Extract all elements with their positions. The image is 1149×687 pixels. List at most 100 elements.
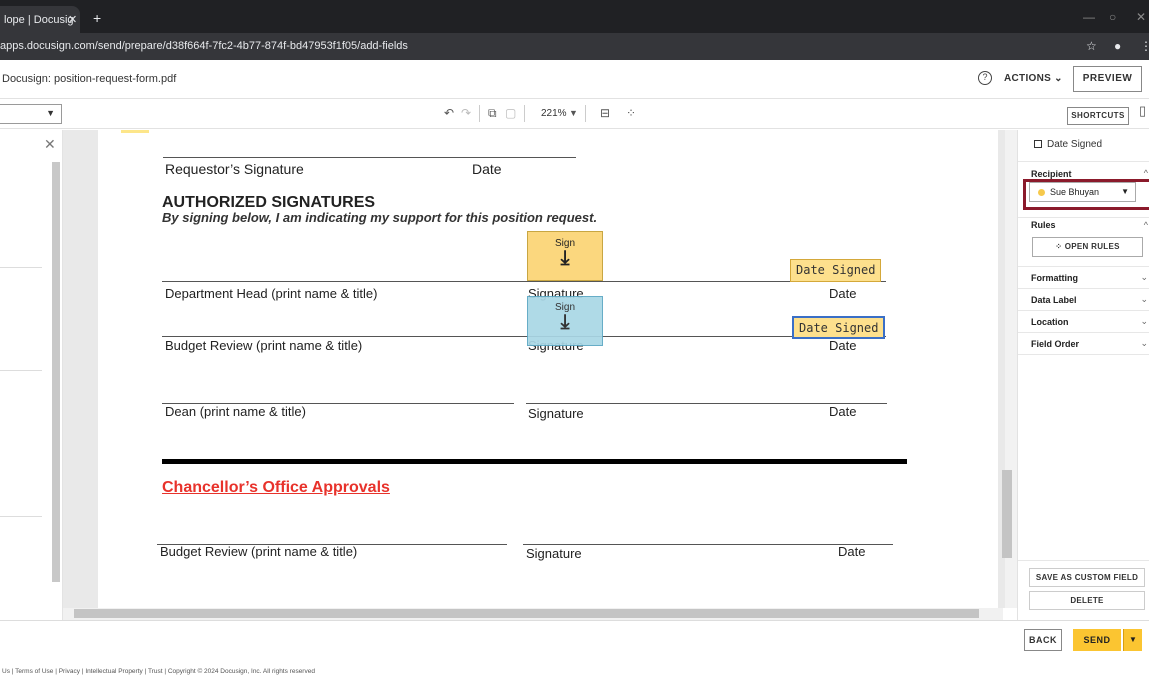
signature-line (162, 281, 886, 282)
dean-signature-label: Signature (528, 406, 584, 421)
vertical-scroll-thumb[interactable] (1002, 470, 1012, 558)
sign-here-tag-selected[interactable]: Sign ⤓ (527, 296, 603, 346)
profile-icon[interactable]: ● (1114, 39, 1121, 53)
location-label: Location (1031, 317, 1069, 327)
field-tag-edge (121, 130, 149, 133)
panel-divider (0, 516, 42, 517)
shortcuts-button[interactable]: SHORTCUTS (1067, 107, 1129, 125)
rules-label: Rules (1031, 220, 1056, 230)
formatting-label: Formatting (1031, 273, 1078, 283)
open-rules-button[interactable]: ⁘ OPEN RULES (1032, 237, 1143, 257)
panel-divider (0, 370, 42, 371)
data-label-section[interactable]: Data Label ⌄ (1018, 288, 1149, 310)
window-close-icon[interactable]: ✕ (1136, 10, 1146, 24)
location-section[interactable]: Location ⌄ (1018, 310, 1149, 332)
bookmark-star-icon[interactable]: ☆ (1086, 39, 1097, 53)
send-button[interactable]: SEND (1073, 629, 1121, 651)
zoom-level[interactable]: 221% (541, 108, 567, 119)
formatting-section[interactable]: Formatting ⌄ (1018, 266, 1149, 288)
actions-menu-button[interactable]: ACTIONS ⌄ (1004, 73, 1063, 84)
comment-icon[interactable]: ⊟ (600, 106, 610, 120)
legal-footer: Us | Terms of Use | Privacy | Intellectu… (2, 668, 315, 675)
editor-toolbar: ▼ ↶ ↷ ⧉ ▢ 221% ▼ ⊟ ⁘ SHORTCUTS ▯ (0, 99, 1149, 129)
chancellor-budget-review-label: Budget Review (print name & title) (160, 544, 358, 559)
authorized-signatures-subtitle: By signing below, I am indicating my sup… (162, 210, 598, 225)
calendar-icon (1034, 140, 1042, 148)
send-options-chevron-icon[interactable]: ▼ (1123, 629, 1142, 651)
chancellor-heading: Chancellor’s Office Approvals (162, 479, 390, 496)
field-order-icon[interactable]: ⁘ (626, 106, 636, 120)
chevron-up-icon[interactable]: ^ (1144, 168, 1148, 178)
panel-title-text: Date Signed (1047, 139, 1103, 150)
zoom-chevron-icon[interactable]: ▼ (569, 108, 578, 118)
copy-icon[interactable]: ⧉ (488, 106, 497, 121)
back-button[interactable]: BACK (1024, 629, 1062, 651)
chancellor-date-label: Date (838, 544, 866, 559)
page-select[interactable]: ▼ (0, 104, 62, 124)
document-page: Requestor’s Signature Date AUTHORIZED SI… (98, 130, 998, 608)
recipient-label: Recipient (1031, 169, 1072, 179)
redo-icon[interactable]: ↷ (461, 106, 471, 120)
tab-close-icon[interactable]: ✕ (68, 13, 77, 26)
signature-line (163, 157, 576, 158)
help-icon[interactable]: ? (978, 71, 992, 85)
preview-button[interactable]: PREVIEW (1073, 66, 1142, 92)
budget-date-label: Date (829, 338, 857, 353)
new-tab-icon[interactable]: + (93, 10, 101, 26)
chevron-down-icon: ▼ (46, 108, 55, 118)
left-fields-panel: ✕ (0, 130, 63, 620)
date-signed-tag-selected[interactable]: Date Signed (792, 316, 886, 339)
panel-divider (0, 267, 42, 268)
horizontal-scroll-thumb[interactable] (74, 609, 979, 618)
requestor-signature-label: Requestor’s Signature (165, 161, 304, 177)
download-arrow-icon: ⤓ (560, 247, 570, 269)
browser-tab-title: lope | Docusig (4, 14, 74, 26)
dean-date-label: Date (829, 404, 857, 419)
department-date-label: Date (829, 286, 857, 301)
date-signed-tag[interactable]: Date Signed (790, 259, 882, 282)
document-canvas: Requestor’s Signature Date AUTHORIZED SI… (63, 130, 1005, 608)
close-icon[interactable]: ✕ (44, 136, 56, 153)
undo-icon[interactable]: ↶ (444, 106, 454, 120)
recipient-highlight-annotation (1023, 179, 1149, 210)
panel-divider (1018, 560, 1149, 561)
chevron-down-icon: ⌄ (1140, 338, 1148, 348)
budget-review-label: Budget Review (print name & title) (165, 338, 363, 353)
browser-address-bar: apps.docusign.com/send/prepare/d38f664f-… (0, 33, 1149, 60)
data-label-label: Data Label (1031, 295, 1077, 305)
chevron-down-icon: ⌄ (1140, 294, 1148, 304)
chancellor-signature-label: Signature (526, 546, 582, 561)
delete-button[interactable]: DELETE (1029, 591, 1145, 610)
open-rules-label: OPEN RULES (1064, 242, 1120, 251)
paste-icon[interactable]: ▢ (505, 106, 516, 120)
left-panel-scrollbar[interactable] (52, 162, 60, 582)
url-text[interactable]: apps.docusign.com/send/prepare/d38f664f-… (0, 40, 408, 52)
document-title: Docusign: position-request-form.pdf (2, 73, 177, 85)
chevron-down-icon: ⌄ (1140, 272, 1148, 282)
dean-label: Dean (print name & title) (165, 404, 306, 419)
chevron-up-icon[interactable]: ^ (1144, 220, 1148, 230)
section-divider (162, 459, 907, 464)
action-footer: BACK SEND ▼ (0, 620, 1149, 657)
toolbar-divider (479, 105, 480, 122)
minimize-icon[interactable]: — (1083, 10, 1095, 24)
department-head-label: Department Head (print name & title) (165, 286, 378, 301)
toolbar-divider (524, 105, 525, 122)
restore-icon[interactable]: ○ (1109, 10, 1116, 24)
requestor-date-label: Date (472, 161, 502, 177)
app-root: lope | Docusig ✕ + — ○ ✕ apps.docusign.c… (0, 0, 1149, 687)
download-arrow-icon: ⤓ (560, 311, 570, 333)
save-as-custom-field-button[interactable]: SAVE AS CUSTOM FIELD (1029, 568, 1145, 587)
app-header: Docusign: position-request-form.pdf ? AC… (0, 60, 1149, 99)
chevron-down-icon: ⌄ (1140, 316, 1148, 326)
browser-menu-icon[interactable]: ⋮ (1140, 39, 1149, 53)
signature-line (162, 336, 886, 337)
field-order-section[interactable]: Field Order ⌄ (1018, 332, 1149, 354)
sign-here-tag[interactable]: Sign ⤓ (527, 231, 603, 281)
panel-divider (1018, 354, 1149, 355)
toolbar-divider (585, 105, 586, 122)
rules-icon: ⁘ (1055, 242, 1065, 251)
browser-tab-bar: lope | Docusig ✕ + — ○ ✕ (0, 0, 1149, 33)
panel-title: Date Signed (1034, 139, 1102, 150)
panel-toggle-icon[interactable]: ▯ (1139, 103, 1146, 119)
